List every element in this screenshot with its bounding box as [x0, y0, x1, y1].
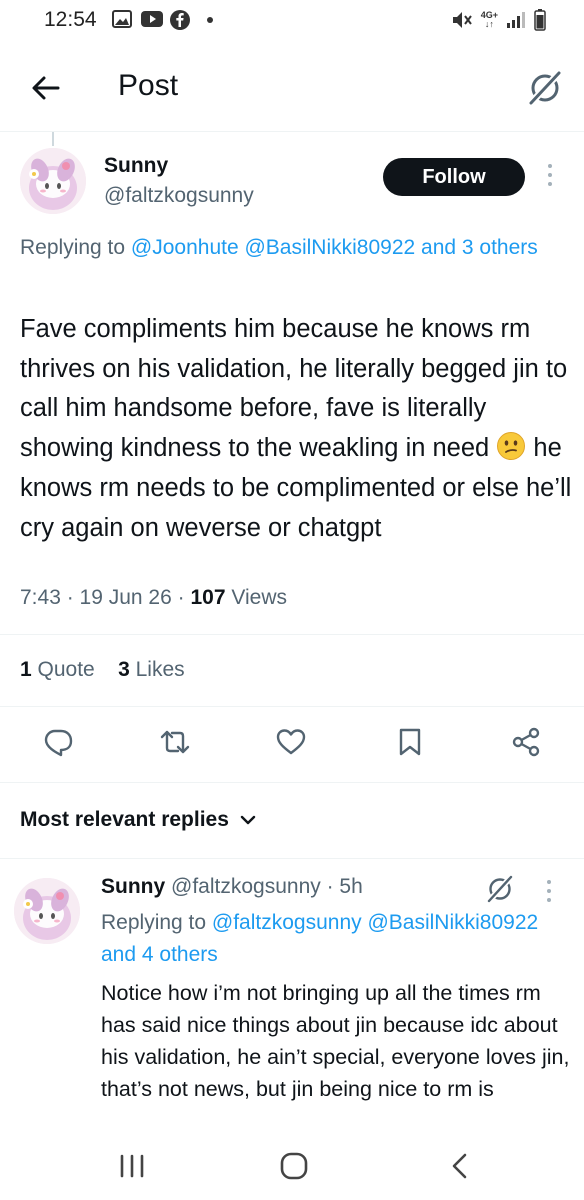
divider — [0, 782, 584, 783]
replies-sort-label: Most relevant replies — [20, 808, 229, 831]
likes-count: 3 — [118, 658, 130, 681]
signal-icon — [507, 12, 525, 28]
divider — [0, 706, 584, 707]
replies-sort-dropdown[interactable]: Most relevant replies — [20, 808, 257, 832]
action-bar — [0, 726, 584, 762]
thread-connector — [52, 132, 54, 146]
reply-icon[interactable] — [42, 726, 74, 758]
likes-label: Likes — [135, 658, 185, 681]
likes-stat[interactable]: 3 Likes — [118, 658, 185, 681]
recent-apps-icon[interactable] — [112, 1146, 152, 1186]
like-icon[interactable] — [275, 726, 307, 758]
avatar-image — [20, 148, 86, 214]
tweet-meta: 7:43 · 19 Jun 26 · 107 Views — [20, 586, 287, 609]
reply-avatar[interactable] — [14, 878, 80, 944]
replying-mentions-link[interactable]: @Joonhute @BasilNikki80922 and 3 others — [131, 236, 538, 259]
views-label: Views — [231, 586, 287, 609]
views-count: 107 — [190, 586, 226, 609]
follow-button[interactable]: Follow — [383, 158, 525, 196]
retweet-icon[interactable] — [159, 726, 191, 758]
reply-author-handle[interactable]: @faltzkogsunny — [171, 875, 321, 898]
quotes-count: 1 — [20, 658, 32, 681]
author-name[interactable]: Sunny — [104, 154, 168, 178]
divider — [0, 858, 584, 859]
gallery-icon — [112, 10, 132, 28]
grok-icon[interactable] — [485, 874, 515, 904]
reply-age: 5h — [339, 875, 363, 898]
confused-face-emoji — [497, 432, 526, 461]
share-icon[interactable] — [510, 726, 542, 758]
page-title: Post — [118, 69, 179, 102]
battery-icon — [534, 9, 546, 31]
reply-avatar-image — [14, 878, 80, 944]
tweet-date: 19 Jun 26 — [79, 586, 172, 609]
tweet-text: Fave compliments him because he knows rm… — [20, 310, 575, 548]
arrow-left-icon[interactable] — [28, 70, 64, 106]
reply-header: Sunny @faltzkogsunny · 5h — [101, 875, 363, 898]
author-handle[interactable]: @faltzkogsunny — [104, 184, 254, 208]
avatar[interactable] — [20, 148, 86, 214]
more-options-icon[interactable] — [546, 880, 552, 906]
grok-icon[interactable] — [526, 69, 564, 107]
home-icon[interactable] — [274, 1146, 314, 1186]
facebook-icon — [170, 10, 190, 30]
quotes-label: Quote — [37, 658, 95, 681]
more-options-icon[interactable] — [547, 164, 553, 190]
reply-replying-to: Replying to @faltzkogsunny @BasilNikki80… — [101, 907, 561, 971]
network-arrows: ↓↑ — [484, 19, 494, 29]
chevron-down-icon — [240, 816, 255, 825]
mute-icon — [452, 12, 472, 28]
system-nav-bar — [0, 1126, 584, 1200]
reply-text: Notice how i’m not bringing up all the t… — [101, 981, 570, 1101]
reply-replying-prefix: Replying to — [101, 911, 212, 934]
reply-author-name[interactable]: Sunny — [101, 875, 165, 898]
divider — [0, 634, 584, 635]
notification-dot — [207, 17, 213, 23]
status-bar: 12:54 4G+ ↓↑ — [0, 0, 584, 42]
tweet-time: 7:43 — [20, 586, 61, 609]
bookmark-icon[interactable] — [394, 726, 426, 758]
status-icons-right: 4G+ ↓↑ — [451, 9, 546, 31]
back-icon[interactable] — [440, 1146, 480, 1186]
4g-icon: 4G+ ↓↑ — [481, 11, 498, 29]
tweet-stats: 1 Quote 3 Likes — [20, 658, 185, 682]
tweet-text-part1: Fave compliments him because he knows rm… — [20, 315, 568, 463]
replying-to: Replying to @Joonhute @BasilNikki80922 a… — [20, 232, 565, 264]
post-header: Post — [0, 42, 584, 132]
quotes-stat[interactable]: 1 Quote — [20, 658, 95, 681]
youtube-icon — [141, 11, 163, 27]
status-time: 12:54 — [44, 8, 97, 31]
replying-prefix: Replying to — [20, 236, 131, 259]
